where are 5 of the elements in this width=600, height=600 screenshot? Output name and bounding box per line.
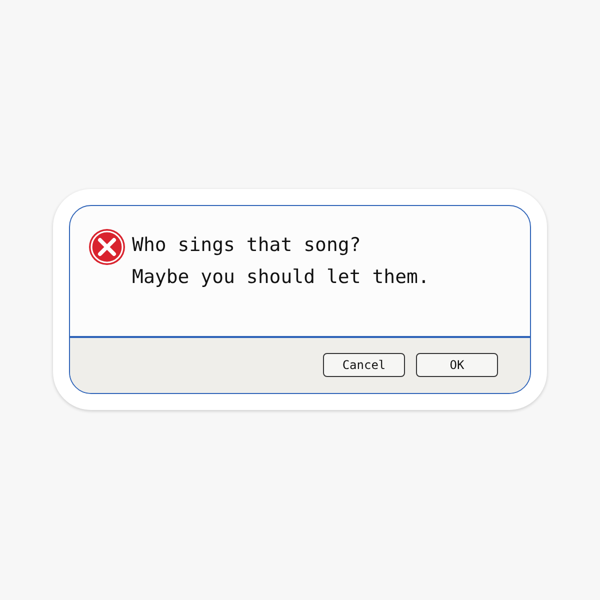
error-icon [88,228,126,266]
dialog-button[interactable]: OK [416,353,498,377]
dialog-button[interactable]: Cancel [323,353,405,377]
message-text: Who sings that song? [132,232,362,258]
message-text: Maybe you should let them. [132,264,430,290]
